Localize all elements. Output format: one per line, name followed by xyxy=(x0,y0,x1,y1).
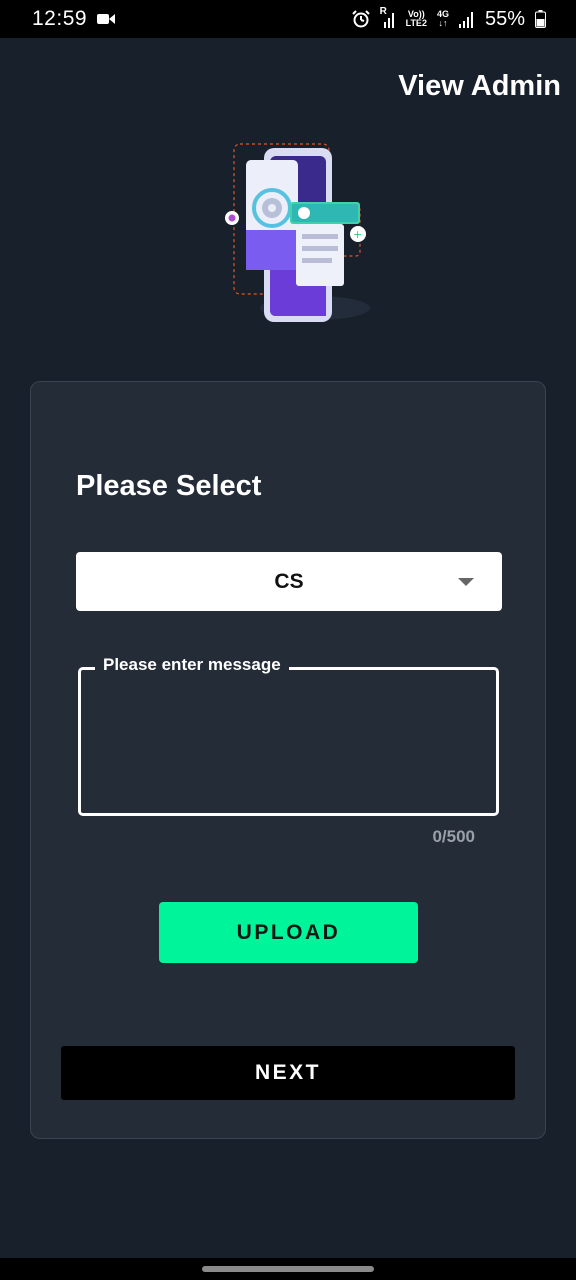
navigation-bar xyxy=(0,1258,576,1280)
alarm-icon xyxy=(351,10,370,28)
video-camera-icon xyxy=(97,12,116,26)
home-indicator[interactable] xyxy=(202,1266,374,1272)
message-field[interactable]: Please enter message xyxy=(78,655,499,816)
upload-button[interactable]: UPLOAD xyxy=(159,902,418,963)
view-admin-link[interactable]: View Admin xyxy=(398,70,561,103)
status-right: R Vo)) LTE2 4G ↓↑ 55% xyxy=(351,6,546,31)
chevron-down-icon xyxy=(458,578,474,586)
status-left: 12:59 xyxy=(32,7,116,31)
svg-text:+: + xyxy=(353,228,362,241)
signal-icon: R xyxy=(380,6,396,28)
dropdown-selected-value: CS xyxy=(274,569,304,593)
network-type: Vo)) LTE2 xyxy=(406,10,427,28)
category-dropdown[interactable]: CS xyxy=(76,552,502,611)
signal-label: R xyxy=(379,6,387,17)
message-field-label: Please enter message xyxy=(95,655,289,675)
status-bar: 12:59 R Vo)) LTE2 4G ↓↑ 55% xyxy=(0,0,576,38)
network-gen: 4G ↓↑ xyxy=(437,10,449,28)
status-time: 12:59 xyxy=(32,7,88,30)
form-card: Please Select CS Please enter message 0/… xyxy=(30,381,546,1139)
data-arrows-icon: ↓↑ xyxy=(438,18,448,28)
character-counter: 0/500 xyxy=(432,827,475,846)
battery-icon xyxy=(535,10,546,28)
phone-illustration: + xyxy=(220,138,380,328)
app-screen: View Admin + Please Select CS Please ent… xyxy=(0,38,576,1258)
lte-label: LTE2 xyxy=(405,18,427,28)
signal-icon xyxy=(458,10,475,28)
message-input[interactable] xyxy=(89,688,493,810)
next-button[interactable]: NEXT xyxy=(61,1046,515,1100)
form-heading: Please Select xyxy=(76,470,262,502)
battery-percent: 55% xyxy=(484,7,525,30)
